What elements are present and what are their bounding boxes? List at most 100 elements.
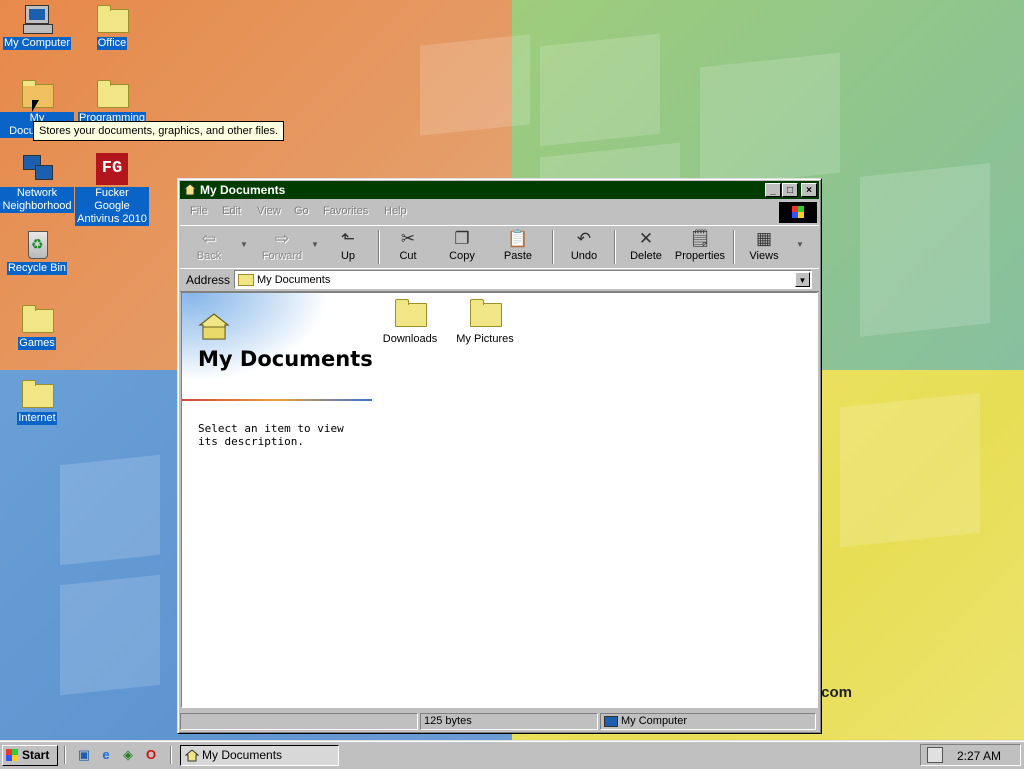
desktop-icon-antivirus[interactable]: FG Fucker Google Antivirus 2010 bbox=[75, 153, 149, 226]
divider bbox=[182, 399, 372, 401]
folder-icon bbox=[21, 303, 54, 335]
status-zone: My Computer bbox=[600, 713, 816, 730]
up-folder-icon: ⬑ bbox=[340, 229, 356, 248]
views-dropdown-icon[interactable]: ▼ bbox=[796, 240, 804, 249]
up-label: Up bbox=[340, 250, 356, 262]
scheduler-icon[interactable] bbox=[927, 747, 943, 763]
web-view-panel: My Documents Select an item to view its … bbox=[182, 293, 374, 707]
desktop-icon-office[interactable]: Office bbox=[75, 3, 149, 50]
up-button[interactable]: ⬑ Up bbox=[330, 229, 366, 265]
system-tray: 2:27 AM bbox=[920, 744, 1021, 766]
address-label: Address bbox=[186, 273, 231, 287]
status-zone-label: My Computer bbox=[621, 715, 688, 727]
desktop-icon-games[interactable]: Games bbox=[0, 303, 74, 350]
desktop-icon-internet[interactable]: Internet bbox=[0, 378, 74, 425]
cut-label: Cut bbox=[399, 250, 417, 262]
show-desktop-icon[interactable]: ▣ bbox=[76, 747, 92, 763]
recycle-bin-icon bbox=[21, 228, 53, 260]
file-item-downloads[interactable]: Downloads bbox=[375, 297, 445, 345]
web-view-title: My Documents bbox=[198, 347, 373, 371]
file-item-my-pictures[interactable]: My Pictures bbox=[450, 297, 520, 345]
folder-icon bbox=[238, 274, 254, 286]
internet-explorer-icon[interactable]: e bbox=[98, 747, 114, 763]
copy-label: Copy bbox=[449, 250, 475, 262]
toolbar: ⇦ Back ▼ ⇨ Forward ▼ ⬑ Up ✂ Cut ❐ Copy 📋… bbox=[180, 225, 819, 269]
opera-icon[interactable]: O bbox=[143, 747, 159, 763]
properties-icon: 🗒 bbox=[689, 229, 711, 248]
properties-label: Properties bbox=[674, 250, 726, 262]
menu-view[interactable]: View bbox=[257, 205, 281, 217]
start-button[interactable]: Start bbox=[2, 745, 58, 766]
delete-label: Delete bbox=[630, 250, 662, 262]
web-view-description: Select an item to view its description. bbox=[198, 422, 344, 448]
copy-button[interactable]: ❐ Copy bbox=[444, 229, 480, 265]
my-computer-icon bbox=[21, 3, 53, 35]
taskbar-button-my-documents[interactable]: My Documents bbox=[180, 745, 339, 766]
clock[interactable]: 2:27 AM bbox=[957, 749, 1001, 763]
windows-logo-icon bbox=[779, 202, 817, 223]
my-documents-icon bbox=[198, 313, 230, 340]
back-dropdown-icon[interactable]: ▼ bbox=[240, 240, 248, 249]
clipboard-icon: 📋 bbox=[507, 229, 529, 248]
address-dropdown-button[interactable]: ▼ bbox=[795, 272, 810, 287]
minimize-button[interactable]: _ bbox=[765, 183, 781, 197]
menu-bar: File Edit View Go Favorites Help bbox=[180, 201, 819, 223]
desktop-icon-network-neighborhood[interactable]: Network Neighborhood bbox=[0, 153, 74, 213]
status-panel-message bbox=[180, 713, 418, 730]
desktop-icon-recycle-bin[interactable]: Recycle Bin bbox=[0, 228, 74, 275]
views-label: Views bbox=[749, 250, 779, 262]
status-size: 125 bytes bbox=[420, 713, 598, 730]
desktop-icon-my-computer[interactable]: My Computer bbox=[0, 3, 74, 50]
taskbar-button-label: My Documents bbox=[202, 748, 283, 762]
menu-edit[interactable]: Edit bbox=[222, 205, 241, 217]
close-button[interactable]: × bbox=[801, 183, 817, 197]
cut-button[interactable]: ✂ Cut bbox=[390, 229, 426, 265]
address-value: My Documents bbox=[257, 274, 331, 286]
taskbar: Start ▣ e ◈ O My Documents 2:27 AM bbox=[0, 740, 1024, 769]
forward-button[interactable]: ⇨ Forward bbox=[254, 229, 310, 265]
folder-icon bbox=[394, 297, 427, 329]
delete-x-icon: ✕ bbox=[638, 229, 654, 248]
folder-icon bbox=[21, 378, 54, 410]
fg-app-icon: FG bbox=[96, 153, 128, 185]
forward-dropdown-icon[interactable]: ▼ bbox=[311, 240, 319, 249]
folder-icon bbox=[469, 297, 502, 329]
folder-view[interactable]: My Documents Select an item to view its … bbox=[181, 292, 818, 708]
my-documents-icon bbox=[185, 749, 199, 762]
desktop-icon-label: Recycle Bin bbox=[6, 262, 68, 275]
forward-label: Forward bbox=[261, 250, 303, 262]
scissors-icon: ✂ bbox=[400, 229, 416, 248]
file-item-label: My Pictures bbox=[456, 333, 514, 345]
folder-icon bbox=[96, 3, 129, 35]
desktop-icon-label: Games bbox=[18, 337, 56, 350]
address-input[interactable]: My Documents ▼ bbox=[234, 270, 812, 289]
desktop-icon-label: Office bbox=[96, 37, 128, 50]
forward-arrow-icon: ⇨ bbox=[274, 229, 290, 248]
delete-button[interactable]: ✕ Delete bbox=[626, 229, 666, 265]
back-button[interactable]: ⇦ Back bbox=[188, 229, 230, 265]
tooltip: Stores your documents, graphics, and oth… bbox=[33, 121, 285, 141]
explorer-window[interactable]: My Documents _ □ × File Edit View Go Fav… bbox=[177, 178, 822, 734]
mouse-cursor-icon bbox=[32, 100, 39, 112]
menu-go[interactable]: Go bbox=[294, 205, 309, 217]
computer-icon bbox=[604, 716, 618, 727]
title-bar[interactable]: My Documents _ □ × bbox=[180, 181, 819, 199]
menu-help[interactable]: Help bbox=[384, 205, 407, 217]
paste-label: Paste bbox=[503, 250, 533, 262]
properties-button[interactable]: 🗒 Properties bbox=[674, 229, 726, 265]
window-title: My Documents bbox=[200, 183, 286, 197]
desktop-icon-programming[interactable]: Programming bbox=[75, 78, 149, 125]
copy-icon: ❐ bbox=[454, 229, 470, 248]
views-button[interactable]: ▦ Views bbox=[746, 229, 782, 265]
maximize-button[interactable]: □ bbox=[782, 183, 798, 197]
menu-favorites[interactable]: Favorites bbox=[323, 205, 368, 217]
desktop-icon-label: Network Neighborhood bbox=[0, 187, 74, 213]
undo-label: Undo bbox=[570, 250, 598, 262]
back-arrow-icon: ⇦ bbox=[201, 229, 217, 248]
menu-file[interactable]: File bbox=[190, 205, 208, 217]
undo-icon: ↶ bbox=[576, 229, 592, 248]
channels-icon[interactable]: ◈ bbox=[120, 747, 136, 763]
undo-button[interactable]: ↶ Undo bbox=[566, 229, 602, 265]
paste-button[interactable]: 📋 Paste bbox=[500, 229, 536, 265]
file-item-label: Downloads bbox=[382, 333, 438, 345]
